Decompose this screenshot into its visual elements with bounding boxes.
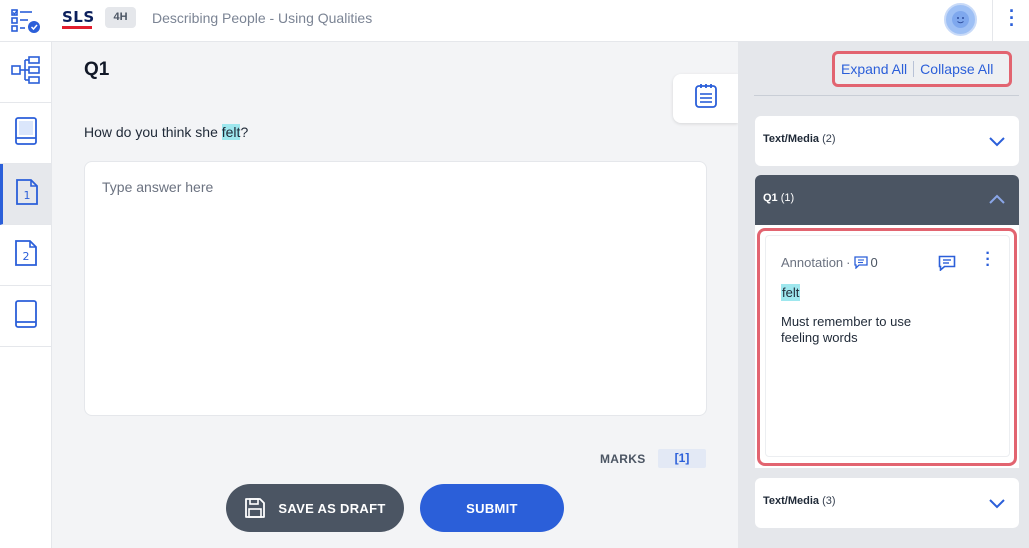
book-icon: [14, 116, 38, 150]
page-2-icon: 2: [14, 239, 38, 272]
annotation-header: Annotation · 0: [781, 255, 878, 270]
section-q1[interactable]: Q1 (1): [755, 175, 1019, 225]
question-highlight[interactable]: felt: [221, 124, 241, 140]
header-divider: [992, 0, 993, 42]
nav-item-page-1[interactable]: 1: [0, 164, 51, 225]
avatar[interactable]: [944, 3, 977, 36]
reply-comment-icon[interactable]: [938, 255, 956, 272]
left-nav: 1 2: [0, 42, 52, 548]
section-title: Text/Media (2): [763, 133, 836, 145]
chevron-up-icon[interactable]: [989, 192, 1005, 208]
nav-item-page-2[interactable]: 2: [0, 225, 51, 286]
question-title: Q1: [84, 59, 110, 80]
panel-divider: [754, 95, 1019, 96]
notebook-icon: [14, 299, 38, 333]
section-title-text: Text/Media: [763, 495, 820, 507]
collapse-all-link[interactable]: Collapse All: [914, 61, 999, 77]
annotation-panel: Expand All Collapse All Text/Media (2) Q…: [738, 42, 1029, 548]
nav-item-book[interactable]: [0, 103, 51, 164]
section-count: (1): [780, 192, 795, 204]
section-title: Q1 (1): [763, 192, 794, 204]
expand-collapse-group: Expand All Collapse All: [832, 51, 1012, 87]
annotation-label: Annotation: [781, 255, 844, 270]
top-bar: SLS 4H Describing People - Using Qualiti…: [0, 0, 1029, 42]
chevron-down-icon[interactable]: [989, 133, 1005, 149]
page-1-icon: 1: [15, 178, 39, 211]
annotation-quote: felt: [781, 284, 801, 301]
svg-text:1: 1: [24, 189, 31, 202]
more-options-icon[interactable]: · · ·: [1009, 2, 1015, 34]
section-q1-body: Annotation · 0 · · · felt Must remember …: [755, 225, 1019, 468]
svg-text:2: 2: [22, 250, 29, 263]
section-count: (3): [822, 495, 836, 507]
annotation-card: Annotation · 0 · · · felt Must remember …: [765, 235, 1010, 457]
comment-icon: [853, 256, 868, 269]
question-text: How do you think she felt?: [84, 124, 248, 140]
marks-label: MARKS: [600, 452, 646, 466]
save-as-draft-label: SAVE AS DRAFT: [278, 500, 386, 516]
chevron-down-icon[interactable]: [989, 495, 1005, 511]
expand-all-link[interactable]: Expand All: [835, 61, 913, 77]
main-content: Q1 How do you think she felt? MARKS [1]: [52, 42, 738, 548]
level-badge: 4H: [105, 7, 136, 28]
section-title: Text/Media (3): [763, 495, 836, 507]
section-text-media-1[interactable]: Text/Media (2): [755, 116, 1019, 166]
sls-logo[interactable]: SLS: [62, 8, 95, 26]
section-text-media-2[interactable]: Text/Media (3): [755, 478, 1019, 528]
notes-icon: [694, 83, 718, 114]
marks-value: [1]: [658, 449, 706, 468]
save-icon: [244, 497, 266, 519]
nav-item-notebook[interactable]: [0, 286, 51, 347]
page-title: Describing People - Using Qualities: [152, 10, 373, 26]
question-text-after: ?: [240, 124, 249, 140]
task-list-icon[interactable]: [10, 7, 42, 35]
logo-underline: [62, 26, 92, 29]
section-title-text: Text/Media: [763, 133, 820, 145]
question-text-before: How do you think she: [84, 124, 222, 140]
submit-button[interactable]: SUBMIT: [420, 484, 564, 532]
annotation-text: Must remember to use feeling words: [781, 314, 912, 345]
save-as-draft-button[interactable]: SAVE AS DRAFT: [226, 484, 404, 532]
comment-count: 0: [870, 255, 878, 270]
section-title-text: Q1: [763, 192, 778, 204]
annotation-focus-frame: Annotation · 0 · · · felt Must remember …: [757, 228, 1017, 466]
annotation-more-icon[interactable]: · · ·: [985, 246, 991, 274]
answer-input[interactable]: [84, 161, 707, 416]
section-count: (2): [822, 133, 836, 145]
annotation-separator: ·: [846, 255, 851, 270]
notes-button[interactable]: [673, 74, 738, 123]
flow-tree-icon: [10, 55, 41, 89]
nav-item-flow[interactable]: [0, 42, 51, 103]
avatar-face-icon: [952, 11, 969, 28]
